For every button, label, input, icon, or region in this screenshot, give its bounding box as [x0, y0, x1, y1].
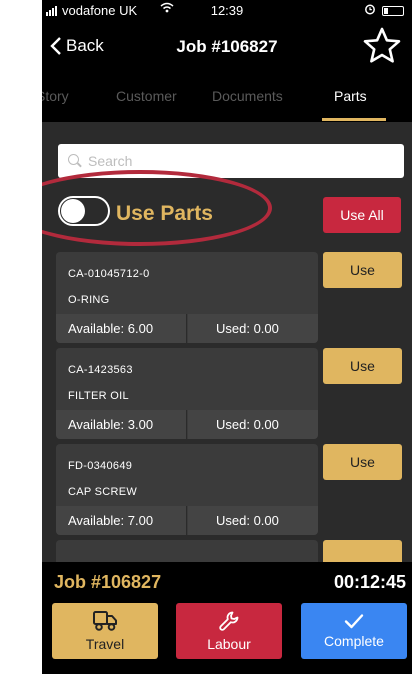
- truck-icon: [93, 611, 117, 631]
- complete-button[interactable]: Complete: [301, 603, 407, 659]
- tab-parts[interactable]: Parts: [334, 88, 367, 104]
- tab-customer[interactable]: Customer: [116, 88, 177, 104]
- alarm-icon: [364, 3, 376, 18]
- tab-story[interactable]: Story: [42, 88, 69, 104]
- phone-screen: vodafone UK 12:39 Back Job #106827 Story…: [42, 0, 412, 674]
- use-part-button[interactable]: Use: [323, 252, 402, 288]
- part-name: CAP SCREW: [68, 486, 138, 498]
- use-all-button[interactable]: Use All: [323, 197, 401, 233]
- page-title: Job #106827: [176, 37, 278, 56]
- part-used: Used: 0.00: [188, 410, 318, 439]
- use-part-button[interactable]: Use: [323, 348, 402, 384]
- nav-bar: Back Job #106827: [42, 22, 412, 72]
- part-card: CA-01045712-0 O-RING Available: 6.00 Use…: [56, 252, 318, 343]
- part-name: O-RING: [68, 294, 110, 306]
- status-time: 12:39: [210, 3, 244, 18]
- part-available: Available: 7.00: [56, 506, 187, 535]
- part-card-partial: [56, 540, 318, 562]
- part-used: Used: 0.00: [188, 314, 318, 343]
- part-card: FD-0340649 CAP SCREW Available: 7.00 Use…: [56, 444, 318, 535]
- part-available: Available: 6.00: [56, 314, 187, 343]
- search-input[interactable]: [88, 153, 388, 169]
- check-icon: [344, 614, 364, 629]
- tab-bar: Story Customer Documents Parts: [42, 72, 412, 122]
- part-name: FILTER OIL: [68, 390, 129, 402]
- part-code: FD-0340649: [68, 460, 133, 472]
- search-bar[interactable]: [58, 144, 404, 178]
- use-parts-label: Use Parts: [116, 202, 213, 225]
- use-parts-toggle[interactable]: [58, 196, 110, 226]
- part-card: CA-1423563 FILTER OIL Available: 3.00 Us…: [56, 348, 318, 439]
- use-part-button-partial[interactable]: [323, 540, 402, 562]
- labour-button[interactable]: Labour: [176, 603, 282, 659]
- job-timer: 00:12:45: [333, 572, 406, 592]
- search-icon: [68, 154, 82, 168]
- favorite-star-icon[interactable]: [362, 26, 402, 66]
- part-used: Used: 0.00: [188, 506, 318, 535]
- tab-documents[interactable]: Documents: [212, 88, 283, 104]
- complete-label: Complete: [324, 633, 384, 649]
- labour-label: Labour: [207, 636, 251, 652]
- part-code: CA-1423563: [68, 364, 133, 376]
- part-available: Available: 3.00: [56, 410, 187, 439]
- toggle-knob: [61, 199, 85, 223]
- parts-panel: Use Parts Use All CA-01045712-0 O-RING A…: [42, 122, 412, 562]
- use-part-button[interactable]: Use: [323, 444, 402, 480]
- travel-label: Travel: [85, 636, 125, 652]
- wrench-icon: [219, 611, 239, 631]
- footer-job-number: Job #106827: [54, 572, 162, 592]
- battery-icon: [382, 6, 404, 16]
- travel-button[interactable]: Travel: [52, 603, 158, 659]
- part-code: CA-01045712-0: [68, 268, 150, 280]
- active-tab-indicator: [322, 118, 386, 121]
- job-footer: Job #106827 00:12:45 Travel Labour Compl…: [42, 562, 412, 674]
- status-bar: vodafone UK 12:39: [42, 0, 412, 22]
